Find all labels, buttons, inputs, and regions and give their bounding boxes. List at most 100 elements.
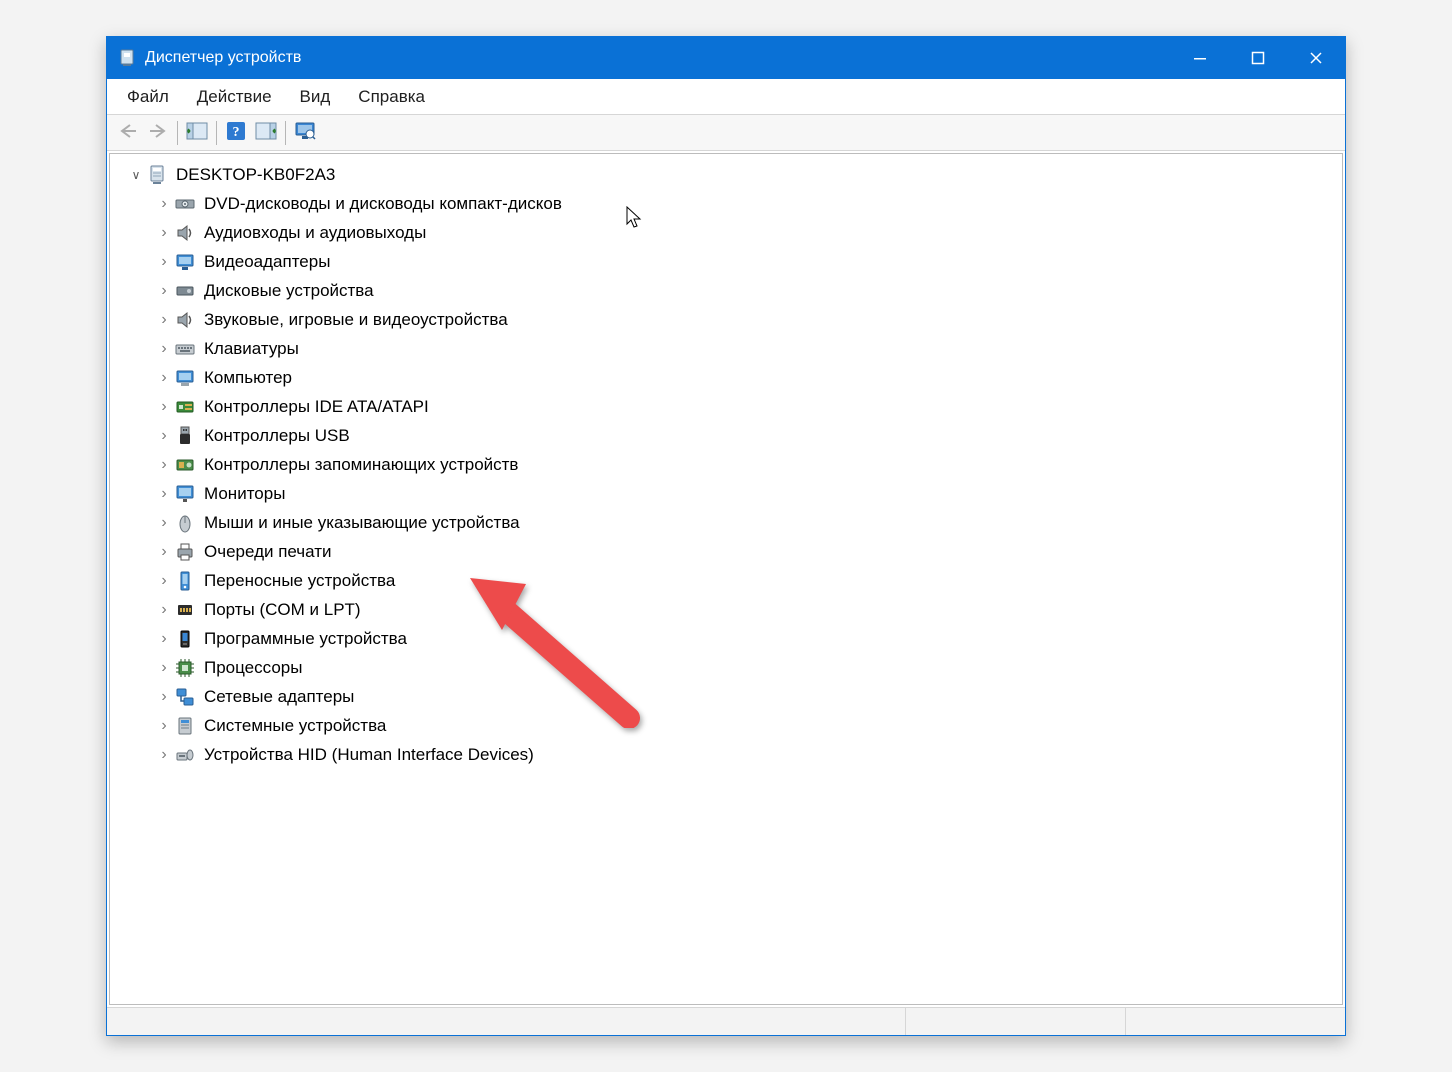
tree-category-label: Мониторы: [202, 483, 287, 505]
tree-category-node[interactable]: Контроллеры запоминающих устройств: [112, 450, 1340, 479]
menu-help[interactable]: Справка: [344, 83, 439, 111]
tree-category-node[interactable]: Устройства HID (Human Interface Devices): [112, 740, 1340, 769]
expander-closed-icon[interactable]: [154, 687, 174, 707]
tree-category-label: Программные устройства: [202, 628, 409, 650]
tree-category-label: Мыши и иные указывающие устройства: [202, 512, 522, 534]
tree-category-label: Компьютер: [202, 367, 294, 389]
titlebar: Диспетчер устройств: [107, 37, 1345, 79]
app-icon: [117, 48, 137, 68]
expander-closed-icon[interactable]: [154, 397, 174, 417]
expander-closed-icon[interactable]: [154, 426, 174, 446]
ide-icon: [174, 396, 196, 418]
panel-right-icon: [255, 122, 277, 144]
expander-closed-icon[interactable]: [154, 716, 174, 736]
toolbar-properties-button[interactable]: [251, 119, 281, 147]
expander-closed-icon[interactable]: [154, 542, 174, 562]
expander-open-icon[interactable]: [126, 165, 146, 185]
tree-category-node[interactable]: Порты (COM и LPT): [112, 595, 1340, 624]
tree-category-node[interactable]: Видеоадаптеры: [112, 247, 1340, 276]
expander-closed-icon[interactable]: [154, 658, 174, 678]
computer-icon: [174, 367, 196, 389]
hid-icon: [174, 744, 196, 766]
tree-category-node[interactable]: Дисковые устройства: [112, 276, 1340, 305]
tree-category-node[interactable]: Контроллеры USB: [112, 421, 1340, 450]
menu-view[interactable]: Вид: [286, 83, 345, 111]
tree-category-label: Устройства HID (Human Interface Devices): [202, 744, 536, 766]
device-tree[interactable]: DESKTOP-KB0F2A3DVD-дисководы и дисководы…: [109, 153, 1343, 1005]
tree-category-node[interactable]: Очереди печати: [112, 537, 1340, 566]
expander-closed-icon[interactable]: [154, 368, 174, 388]
tree-category-label: Процессоры: [202, 657, 304, 679]
toolbar-separator: [216, 121, 217, 145]
menu-action[interactable]: Действие: [183, 83, 286, 111]
expander-closed-icon[interactable]: [154, 281, 174, 301]
device-manager-window: Диспетчер устройств Файл Действие Вид Сп…: [106, 36, 1346, 1036]
tree-category-node[interactable]: Клавиатуры: [112, 334, 1340, 363]
toolbar-separator: [177, 121, 178, 145]
tree-root-node[interactable]: DESKTOP-KB0F2A3: [112, 160, 1340, 189]
expander-closed-icon[interactable]: [154, 252, 174, 272]
system-icon: [174, 715, 196, 737]
tree-category-node[interactable]: Сетевые адаптеры: [112, 682, 1340, 711]
tree-category-node[interactable]: Аудиовходы и аудиовыходы: [112, 218, 1340, 247]
tree-category-node[interactable]: Контроллеры IDE ATA/ATAPI: [112, 392, 1340, 421]
tree-category-node[interactable]: Мониторы: [112, 479, 1340, 508]
toolbar-forward-button[interactable]: [143, 119, 173, 147]
tree-category-label: Контроллеры запоминающих устройств: [202, 454, 520, 476]
dvd-icon: [174, 193, 196, 215]
minimize-button[interactable]: [1171, 37, 1229, 79]
tree-category-node[interactable]: Переносные устройства: [112, 566, 1340, 595]
toolbar-help-button[interactable]: ?: [221, 119, 251, 147]
expander-closed-icon[interactable]: [154, 455, 174, 475]
keyboard-icon: [174, 338, 196, 360]
ports-icon: [174, 599, 196, 621]
tree-category-node[interactable]: Процессоры: [112, 653, 1340, 682]
expander-closed-icon[interactable]: [154, 571, 174, 591]
menubar: Файл Действие Вид Справка: [107, 79, 1345, 115]
display-icon: [174, 251, 196, 273]
tree-category-label: Переносные устройства: [202, 570, 397, 592]
storage-icon: [174, 454, 196, 476]
expander-closed-icon[interactable]: [154, 600, 174, 620]
tree-category-node[interactable]: Программные устройства: [112, 624, 1340, 653]
audio-icon: [174, 309, 196, 331]
tree-category-node[interactable]: DVD-дисководы и дисководы компакт-дисков: [112, 189, 1340, 218]
tree-category-node[interactable]: Системные устройства: [112, 711, 1340, 740]
tree-category-label: Клавиатуры: [202, 338, 301, 360]
expander-closed-icon[interactable]: [154, 629, 174, 649]
help-icon: ?: [226, 121, 246, 145]
toolbar: ?: [107, 115, 1345, 151]
tree-category-label: Системные устройства: [202, 715, 388, 737]
tree-category-node[interactable]: Мыши и иные указывающие устройства: [112, 508, 1340, 537]
statusbar-cell: [905, 1008, 1125, 1035]
tree-category-node[interactable]: Звуковые, игровые и видеоустройства: [112, 305, 1340, 334]
cpu-icon: [174, 657, 196, 679]
expander-closed-icon[interactable]: [154, 310, 174, 330]
portable-icon: [174, 570, 196, 592]
software-icon: [174, 628, 196, 650]
toolbar-back-button[interactable]: [113, 119, 143, 147]
usb-icon: [174, 425, 196, 447]
disk-icon: [174, 280, 196, 302]
expander-closed-icon[interactable]: [154, 223, 174, 243]
svg-text:?: ?: [233, 125, 240, 140]
panel-icon: [186, 122, 208, 144]
menu-file[interactable]: Файл: [113, 83, 183, 111]
expander-closed-icon[interactable]: [154, 194, 174, 214]
tree-category-node[interactable]: Компьютер: [112, 363, 1340, 392]
expander-closed-icon[interactable]: [154, 513, 174, 533]
network-icon: [174, 686, 196, 708]
maximize-button[interactable]: [1229, 37, 1287, 79]
tree-category-label: Дисковые устройства: [202, 280, 376, 302]
expander-closed-icon[interactable]: [154, 484, 174, 504]
expander-closed-icon[interactable]: [154, 339, 174, 359]
toolbar-scan-hardware-button[interactable]: [290, 119, 320, 147]
printqueue-icon: [174, 541, 196, 563]
toolbar-show-hidden-button[interactable]: [182, 119, 212, 147]
close-button[interactable]: [1287, 37, 1345, 79]
mouse-icon: [174, 512, 196, 534]
tree-category-label: Видеоадаптеры: [202, 251, 332, 273]
computer-icon: [146, 164, 168, 186]
window-title: Диспетчер устройств: [145, 49, 301, 67]
expander-closed-icon[interactable]: [154, 745, 174, 765]
